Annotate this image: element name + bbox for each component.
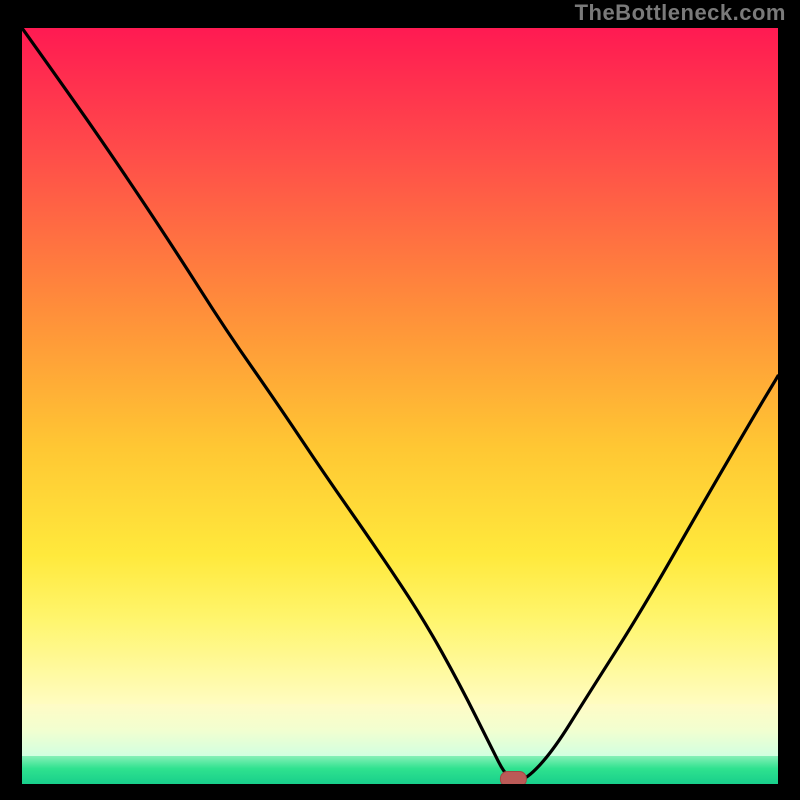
plot-area (22, 28, 778, 784)
chart-svg (22, 28, 778, 784)
gradient-green (22, 756, 778, 784)
watermark-text: TheBottleneck.com (575, 0, 786, 26)
min-marker (500, 772, 526, 785)
gradient-main (22, 28, 778, 704)
gradient-pale (22, 704, 778, 756)
chart-container: TheBottleneck.com (0, 0, 800, 800)
